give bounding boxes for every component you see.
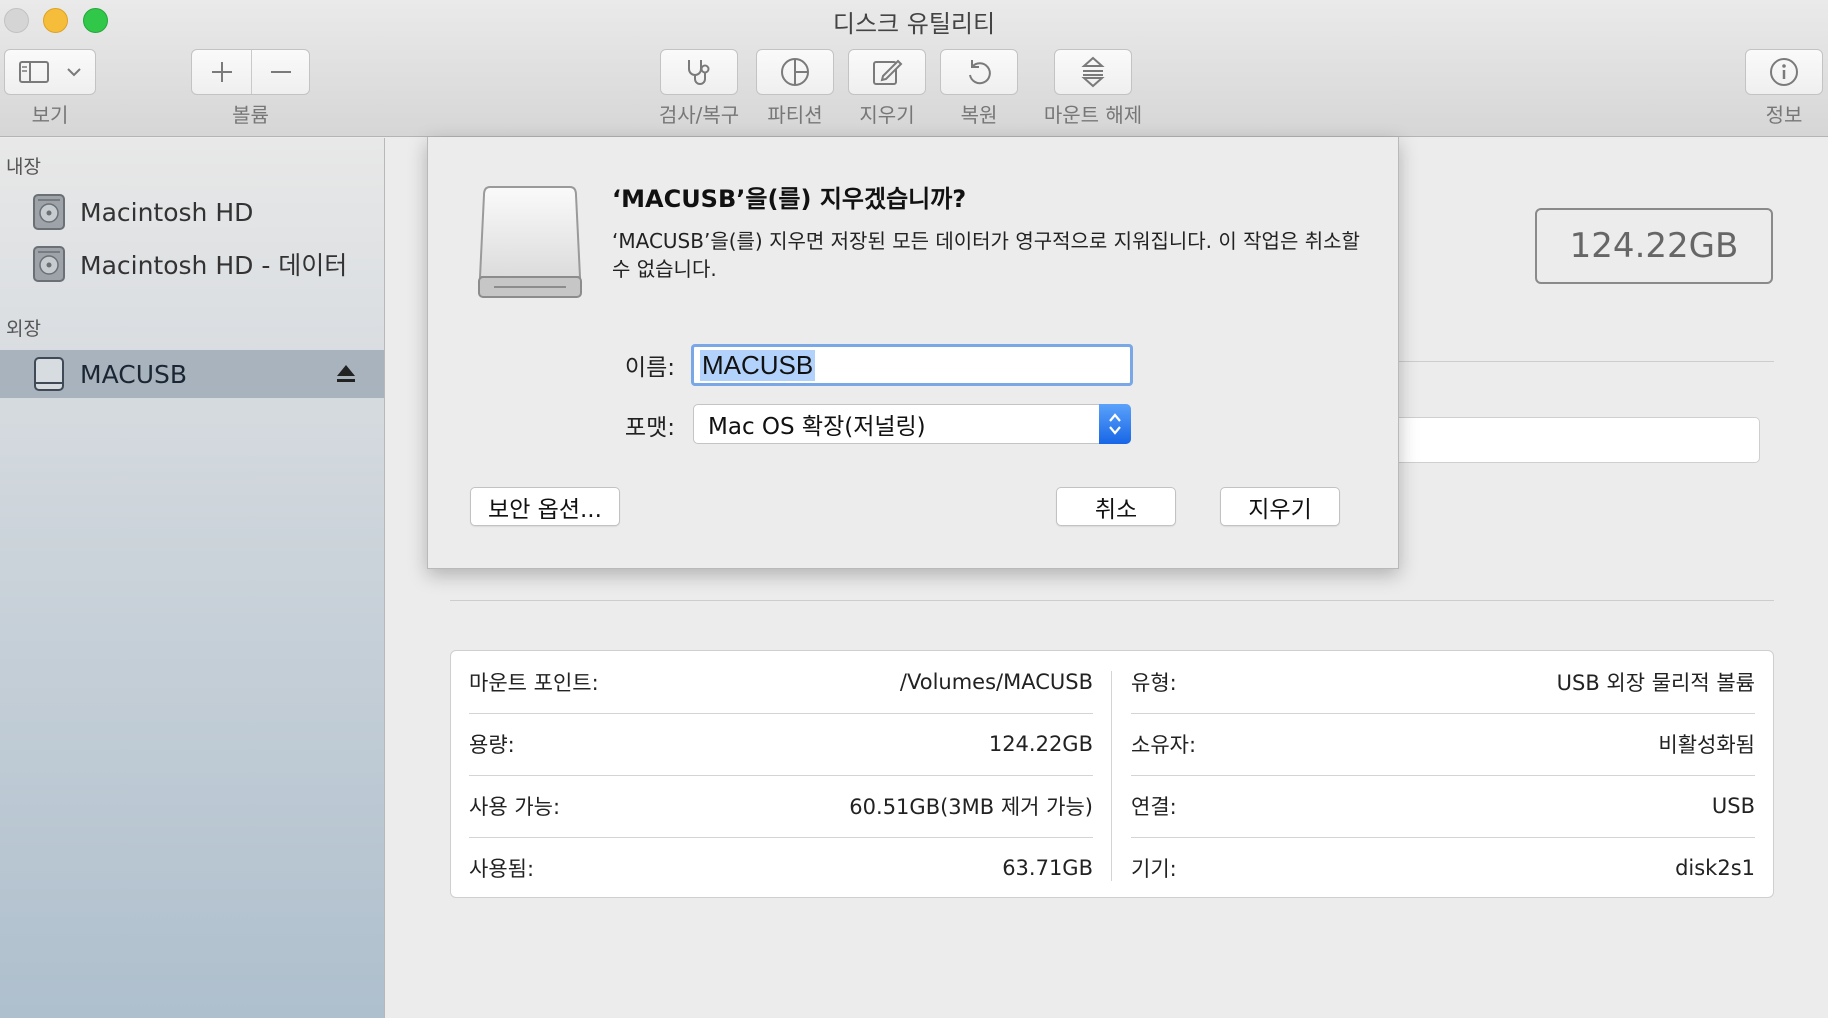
sidebar-icon xyxy=(19,61,49,83)
cancel-button[interactable]: 취소 xyxy=(1056,487,1176,526)
divider xyxy=(450,600,1774,601)
info-row-owners: 소유자: 비활성화됨 xyxy=(1131,713,1755,775)
partition-button[interactable] xyxy=(756,49,834,95)
erase-button[interactable] xyxy=(848,49,926,95)
name-input[interactable]: MACUSB xyxy=(691,344,1133,386)
volume-label: 볼륨 xyxy=(232,103,269,127)
info-key: 소유자: xyxy=(1131,733,1197,757)
first-aid-button[interactable] xyxy=(660,49,738,95)
info-value: USB xyxy=(1711,794,1755,818)
view-button[interactable] xyxy=(4,49,96,95)
restore-arrow-icon xyxy=(969,60,991,85)
info-value: /Volumes/MACUSB xyxy=(899,670,1093,694)
add-volume-button[interactable] xyxy=(192,50,251,94)
volume-segmented-control xyxy=(191,49,310,95)
confirm-erase-button[interactable]: 지우기 xyxy=(1220,487,1340,526)
view-label: 보기 xyxy=(31,103,69,127)
volume-info-table: 마운트 포인트: /Volumes/MACUSB 용량: 124.22GB 사용… xyxy=(450,650,1774,898)
sidebar: 내장 Macintosh HD Macintosh HD - 데이터 외장 MA… xyxy=(0,138,385,1018)
column-divider xyxy=(1111,671,1112,881)
info-row-available: 사용 가능: 60.51GB(3MB 제거 가능) xyxy=(469,775,1093,837)
info-key: 연결: xyxy=(1131,795,1177,819)
sidebar-item-macintosh-hd[interactable]: Macintosh HD xyxy=(0,188,384,236)
window-title: 디스크 유틸리티 xyxy=(832,10,996,38)
dialog-title: ‘MACUSB’을(를) 지우겠습니까? xyxy=(612,185,967,213)
remove-volume-button[interactable] xyxy=(252,50,310,94)
external-drive-icon xyxy=(478,186,582,298)
usage-bar xyxy=(1390,417,1760,463)
info-value: 60.51GB(3MB 제거 가능) xyxy=(849,795,1093,819)
chevron-down-icon xyxy=(67,68,81,77)
info-value: USB 외장 물리적 볼륨 xyxy=(1556,671,1755,695)
partition-label: 파티션 xyxy=(767,103,823,127)
sidebar-item-macintosh-hd-data[interactable]: Macintosh HD - 데이터 xyxy=(0,240,384,288)
info-key: 마운트 포인트: xyxy=(469,671,599,695)
format-label: 포맷: xyxy=(624,415,675,441)
info-value: 124.22GB xyxy=(988,732,1093,756)
format-select[interactable]: Mac OS 확장(저널링) xyxy=(693,404,1131,444)
info-row-type: 유형: USB 외장 물리적 볼륨 xyxy=(1131,651,1755,713)
security-options-button[interactable]: 보안 옵션... xyxy=(470,487,620,526)
stethoscope-icon xyxy=(688,60,710,85)
info-row-connection: 연결: USB xyxy=(1131,775,1755,837)
info-value: disk2s1 xyxy=(1675,856,1755,880)
info-row-mount-point: 마운트 포인트: /Volumes/MACUSB xyxy=(469,651,1093,713)
info-key: 사용됨: xyxy=(469,857,535,881)
sidebar-item-label: Macintosh HD xyxy=(80,197,254,227)
minus-icon xyxy=(271,71,291,73)
info-value: 비활성화됨 xyxy=(1658,733,1755,757)
format-select-value: Mac OS 확장(저널링) xyxy=(708,414,926,440)
info-key: 기기: xyxy=(1131,857,1177,881)
internal-section-header: 내장 xyxy=(6,156,41,178)
name-input-value: MACUSB xyxy=(700,349,816,381)
erase-dialog: ‘MACUSB’을(를) 지우겠습니까? ‘MACUSB’을(를) 지우면 저장… xyxy=(427,137,1399,569)
divider xyxy=(1399,361,1774,362)
dialog-message: ‘MACUSB’을(를) 지우면 저장된 모든 데이터가 영구적으로 지워집니다… xyxy=(612,229,1360,281)
info-row-capacity: 용량: 124.22GB xyxy=(469,713,1093,775)
unmount-button[interactable] xyxy=(1054,49,1132,95)
toolbar: 디스크 유틸리티 보기 볼륨 검사/복구 파티션 지우기 복원 마운트 해제 정… xyxy=(0,0,1828,137)
external-drive-icon xyxy=(34,357,64,391)
info-value: 63.71GB xyxy=(1002,856,1093,880)
info-button[interactable] xyxy=(1745,49,1823,95)
restore-button[interactable] xyxy=(940,49,1018,95)
up-down-chevron-icon xyxy=(1109,413,1121,435)
sidebar-item-label: Macintosh HD - 데이터 xyxy=(80,251,348,280)
first-aid-label: 검사/복구 xyxy=(658,103,740,127)
info-key: 용량: xyxy=(469,733,515,757)
unmount-icon xyxy=(1081,56,1105,88)
info-icon xyxy=(1770,58,1798,86)
hard-drive-icon xyxy=(33,246,65,282)
select-arrows xyxy=(1099,404,1131,444)
info-row-device: 기기: disk2s1 xyxy=(1131,837,1755,899)
info-row-used: 사용됨: 63.71GB xyxy=(469,837,1093,899)
eject-icon[interactable] xyxy=(336,363,356,385)
pie-chart-icon xyxy=(781,58,809,86)
pencil-page-icon xyxy=(873,59,903,85)
plus-icon xyxy=(211,62,232,82)
sidebar-item-macusb[interactable]: MACUSB xyxy=(0,350,384,398)
unmount-label: 마운트 해제 xyxy=(1043,103,1143,127)
name-label: 이름: xyxy=(624,355,675,381)
erase-label: 지우기 xyxy=(859,103,915,127)
restore-label: 복원 xyxy=(960,103,998,127)
sidebar-item-label: MACUSB xyxy=(80,359,188,389)
hard-drive-icon xyxy=(33,194,65,230)
info-key: 유형: xyxy=(1131,671,1177,695)
external-section-header: 외장 xyxy=(6,318,41,340)
info-key: 사용 가능: xyxy=(469,795,561,819)
capacity-display: 124.22GB xyxy=(1535,208,1773,284)
info-label: 정보 xyxy=(1765,103,1803,127)
